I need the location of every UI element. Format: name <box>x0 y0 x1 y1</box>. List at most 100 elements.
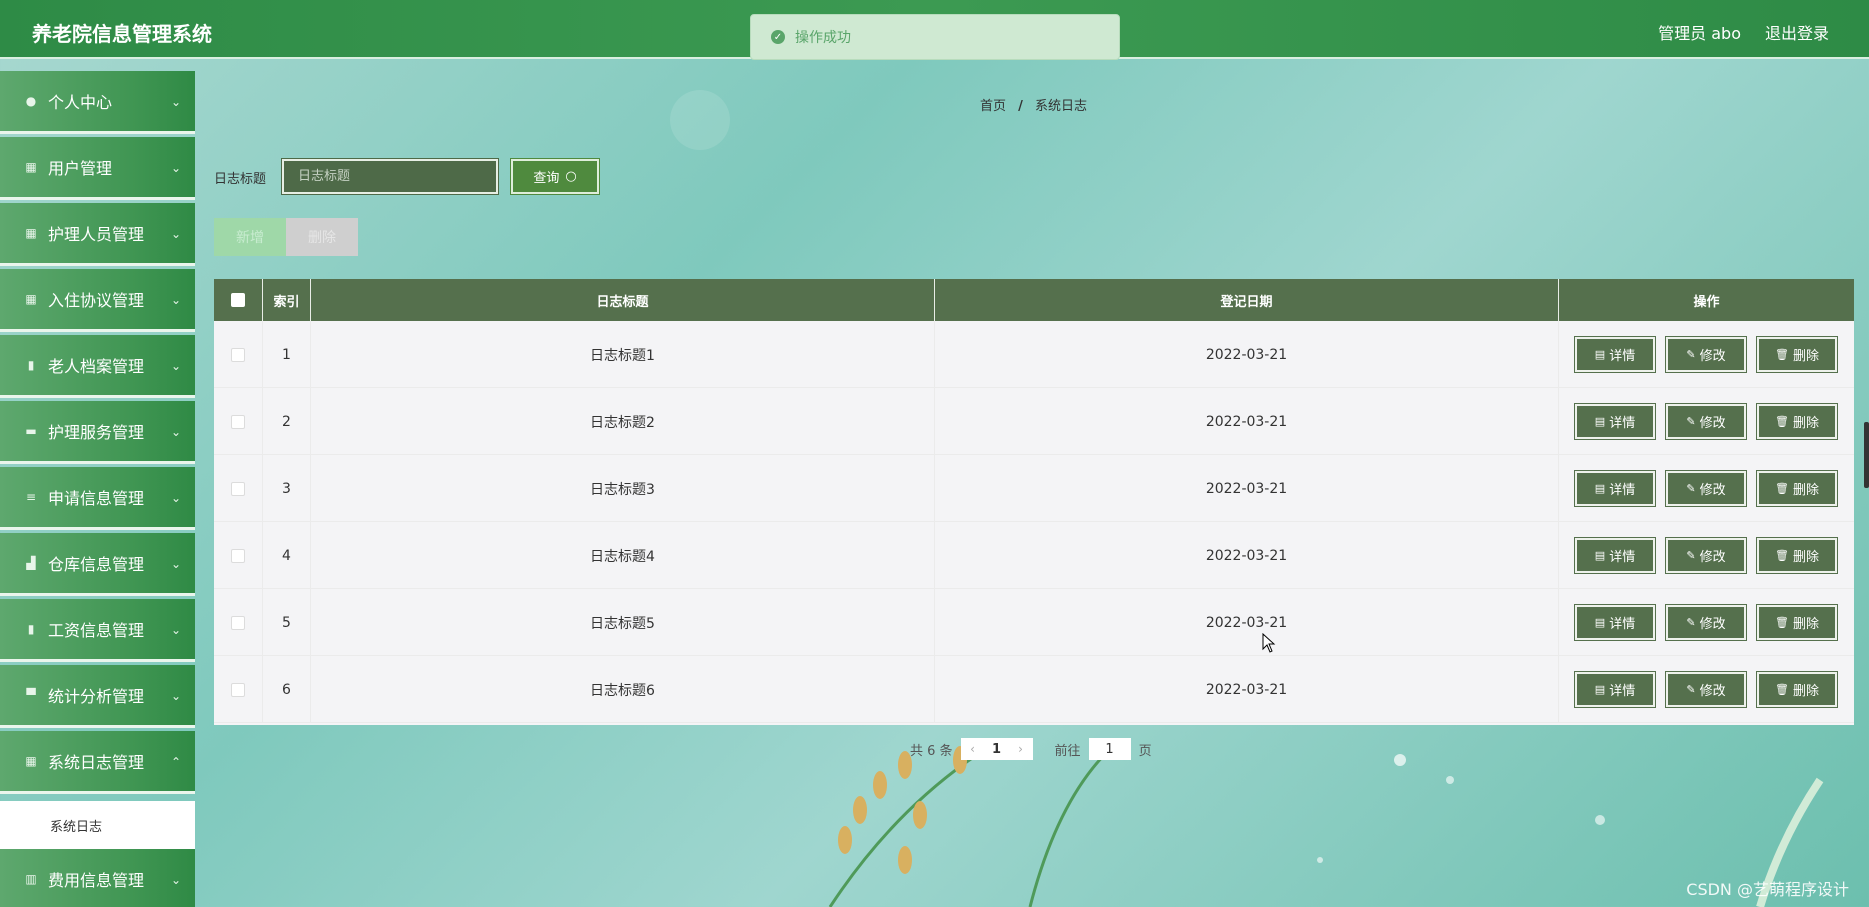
detail-button[interactable]: ▤ 详情 <box>1575 337 1655 372</box>
grid-icon: ▦ <box>25 754 37 768</box>
row-actions: ▤ 详情 ✎ 修改 🗑 删除 <box>1559 522 1854 589</box>
breadcrumb-current: 系统日志 <box>1035 99 1088 114</box>
mouse-cursor-icon <box>1262 633 1276 653</box>
detail-button[interactable]: ▤ 详情 <box>1575 605 1655 640</box>
chart-icon: ▥ <box>25 872 37 886</box>
edit-button[interactable]: ✎ 修改 <box>1666 337 1746 372</box>
trash-icon: 🗑 <box>1775 348 1789 361</box>
row-date: 2022-03-21 <box>935 589 1559 656</box>
row-checkbox[interactable] <box>231 481 245 496</box>
row-date: 2022-03-21 <box>935 656 1559 723</box>
detail-button[interactable]: ▤ 详情 <box>1575 672 1655 707</box>
current-user-label[interactable]: 管理员 abo <box>1658 20 1741 44</box>
batch-delete-button[interactable]: 删除 <box>286 218 358 256</box>
sidebar-item-label: 护理人员管理 <box>48 225 145 244</box>
chevron-down-icon: ⌄ <box>170 227 181 241</box>
add-button[interactable]: 新增 <box>214 218 286 256</box>
sidebar-item-user-management[interactable]: ▦ 用户管理 ⌄ <box>0 137 195 200</box>
row-title: 日志标题2 <box>311 388 935 455</box>
row-select-cell <box>214 388 263 455</box>
pencil-icon: ✎ <box>1686 348 1696 361</box>
row-checkbox[interactable] <box>231 615 245 630</box>
search-input[interactable] <box>282 159 498 194</box>
sidebar-item-admission-agreement[interactable]: ▦ 入住协议管理 ⌄ <box>0 269 195 332</box>
sidebar-item-label: 用户管理 <box>48 159 113 178</box>
sidebar-item-system-log[interactable]: ▦ 系统日志管理 ⌃ <box>0 731 195 794</box>
trash-icon: 🗑 <box>1775 482 1789 495</box>
chevron-up-icon: ⌃ <box>170 755 181 769</box>
sidebar-item-application-info[interactable]: ≡ 申请信息管理 ⌄ <box>0 467 195 530</box>
row-index: 4 <box>263 522 311 589</box>
chevron-down-icon: ⌄ <box>170 557 181 571</box>
sidebar-item-label: 系统日志管理 <box>48 753 145 772</box>
pencil-icon: ✎ <box>1686 616 1696 629</box>
pencil-icon: ✎ <box>1686 482 1696 495</box>
sidebar-item-label: 工资信息管理 <box>48 621 145 640</box>
trash-icon: 🗑 <box>1775 616 1789 629</box>
row-checkbox[interactable] <box>231 347 245 362</box>
delete-button[interactable]: 🗑 删除 <box>1757 471 1837 506</box>
sidebar-item-label: 费用信息管理 <box>48 871 145 890</box>
row-index: 6 <box>263 656 311 723</box>
sidebar-subitem-system-log[interactable]: 系统日志 <box>0 801 195 849</box>
edit-button[interactable]: ✎ 修改 <box>1666 538 1746 573</box>
chevron-left-icon[interactable]: ‹ <box>961 738 985 760</box>
edit-button[interactable]: ✎ 修改 <box>1666 605 1746 640</box>
row-index: 1 <box>263 321 311 388</box>
delete-button[interactable]: 🗑 删除 <box>1757 538 1837 573</box>
detail-button[interactable]: ▤ 详情 <box>1575 538 1655 573</box>
edit-button-label: 修改 <box>1699 617 1726 632</box>
sidebar-item-nursing-service[interactable]: ▬ 护理服务管理 ⌄ <box>0 401 195 464</box>
edit-button[interactable]: ✎ 修改 <box>1666 471 1746 506</box>
select-all-cell <box>214 279 263 321</box>
document-icon: ▤ <box>1594 549 1606 562</box>
edit-button-label: 修改 <box>1699 684 1726 699</box>
app-title: 养老院信息管理系统 <box>32 22 212 46</box>
sidebar-item-label: 护理服务管理 <box>48 423 145 442</box>
delete-button[interactable]: 🗑 删除 <box>1757 605 1837 640</box>
breadcrumb-home[interactable]: 首页 <box>980 99 1006 114</box>
table-header: 索引 日志标题 登记日期 操作 <box>214 279 1854 321</box>
sidebar-item-elder-archives[interactable]: ▮ 老人档案管理 ⌄ <box>0 335 195 398</box>
sidebar-item-label: 仓库信息管理 <box>48 555 145 574</box>
select-all-checkbox[interactable] <box>231 293 245 307</box>
chevron-right-icon[interactable]: › <box>1009 738 1033 760</box>
trash-icon: 🗑 <box>1775 683 1789 696</box>
detail-button[interactable]: ▤ 详情 <box>1575 471 1655 506</box>
logout-link[interactable]: 退出登录 <box>1765 20 1829 44</box>
sidebar-item-label: 入住协议管理 <box>48 291 145 310</box>
sidebar-item-warehouse-info[interactable]: ▟ 仓库信息管理 ⌄ <box>0 533 195 596</box>
sidebar-item-statistics[interactable]: ▀ 统计分析管理 ⌄ <box>0 665 195 728</box>
detail-button-label: 详情 <box>1609 684 1636 699</box>
page-scrollbar[interactable] <box>1864 422 1869 488</box>
row-checkbox[interactable] <box>231 548 245 563</box>
row-date: 2022-03-21 <box>935 388 1559 455</box>
row-checkbox[interactable] <box>231 414 245 429</box>
log-table: 索引 日志标题 登记日期 操作 1 日志标题1 2022-03-21 ▤ 详情 ✎… <box>214 279 1854 725</box>
pagination-unit: 页 <box>1138 743 1152 759</box>
edit-button-label: 修改 <box>1699 483 1726 498</box>
document-icon: ▤ <box>1594 616 1606 629</box>
row-date: 2022-03-21 <box>935 455 1559 522</box>
edit-button[interactable]: ✎ 修改 <box>1666 404 1746 439</box>
delete-button[interactable]: 🗑 删除 <box>1757 672 1837 707</box>
row-select-cell <box>214 321 263 388</box>
sidebar-item-salary-info[interactable]: ▮ 工资信息管理 ⌄ <box>0 599 195 662</box>
row-checkbox[interactable] <box>231 682 245 697</box>
edit-button[interactable]: ✎ 修改 <box>1666 672 1746 707</box>
pagination-pager: ‹ 1 › <box>960 738 1033 760</box>
sidebar-item-personal-center[interactable]: ● 个人中心 ⌄ <box>0 71 195 134</box>
sidebar-item-fee-info[interactable]: ▥ 费用信息管理 ⌄ <box>0 849 195 907</box>
delete-button[interactable]: 🗑 删除 <box>1757 404 1837 439</box>
pagination-page[interactable]: 1 <box>985 742 1009 757</box>
detail-button[interactable]: ▤ 详情 <box>1575 404 1655 439</box>
breadcrumb-separator: / <box>1018 99 1023 114</box>
query-button[interactable]: 查询 ○ <box>511 159 599 194</box>
pagination-goto-input[interactable] <box>1088 738 1131 760</box>
sidebar-item-nursing-staff[interactable]: ▦ 护理人员管理 ⌄ <box>0 203 195 266</box>
detail-button-label: 详情 <box>1609 349 1636 364</box>
delete-button[interactable]: 🗑 删除 <box>1757 337 1837 372</box>
pagination: 共 6 条 ‹ 1 › 前往 页 <box>910 738 1152 760</box>
document-icon: ▤ <box>1594 415 1606 428</box>
document-icon: ▤ <box>1594 683 1606 696</box>
